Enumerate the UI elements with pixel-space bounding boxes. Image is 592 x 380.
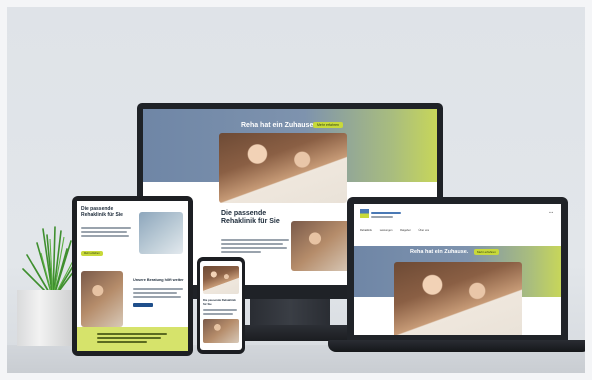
hero-photo <box>394 262 522 335</box>
tablet-heading: Die passende Rehaklinik für Sie <box>81 206 123 218</box>
hero-cta-button[interactable]: Mehr erfahren <box>313 122 343 128</box>
phone-photo <box>203 266 239 294</box>
nav-item[interactable]: Über uns <box>419 229 430 232</box>
section-heading: Die passende Rehaklinik für Sie <box>221 210 280 225</box>
main-nav: Rehaklinik Leistungen Ratgeber Über uns <box>360 229 436 232</box>
phone-screen: Die passende Rehaklinik für Sie <box>200 261 242 350</box>
tablet: Die passende Rehaklinik für Sie Mehr erf… <box>72 196 193 356</box>
phone-text <box>203 307 239 317</box>
hero-cta-button[interactable]: Mehr erfahren <box>474 249 499 255</box>
hero-title: Reha hat ein Zuhause. <box>241 122 316 129</box>
nav-item[interactable]: Rehaklinik <box>360 229 372 232</box>
hero-title: Reha hat ein Zuhause. <box>410 249 469 255</box>
phone-photo-2 <box>203 319 239 343</box>
utility-nav[interactable]: ● ● <box>549 211 553 214</box>
plant-pot <box>17 290 73 346</box>
nav-item[interactable]: Leistungen <box>380 229 393 232</box>
hero-photo <box>219 133 347 203</box>
tablet-button[interactable] <box>133 303 153 307</box>
phone-heading: Die passende Rehaklinik für Sie <box>203 298 236 306</box>
laptop-base <box>328 340 585 352</box>
tablet-highlight-band <box>77 327 188 351</box>
tablet-subheading: Unsere Beratung hilft weiter <box>133 278 184 282</box>
logo-icon <box>360 209 369 218</box>
monitor-stand <box>250 299 330 327</box>
tablet-photo <box>81 271 123 327</box>
nav-item[interactable]: Ratgeber <box>400 229 411 232</box>
tablet-image <box>139 212 183 254</box>
tablet-text <box>81 225 133 239</box>
brand-text <box>371 210 411 220</box>
tablet-cta-button[interactable]: Mehr erfahren <box>81 251 103 256</box>
smartphone: Die passende Rehaklinik für Sie <box>197 257 245 354</box>
section-text <box>221 237 291 255</box>
laptop: ● ● Rehaklinik Leistungen Ratgeber Über … <box>347 197 568 343</box>
laptop-screen: ● ● Rehaklinik Leistungen Ratgeber Über … <box>354 204 561 335</box>
section-image <box>291 221 351 271</box>
device-mockup-scene: Reha hat ein Zuhause. Mehr erfahren Die … <box>7 7 585 373</box>
tablet-screen: Die passende Rehaklinik für Sie Mehr erf… <box>77 201 188 351</box>
tablet-subtext <box>133 286 183 300</box>
